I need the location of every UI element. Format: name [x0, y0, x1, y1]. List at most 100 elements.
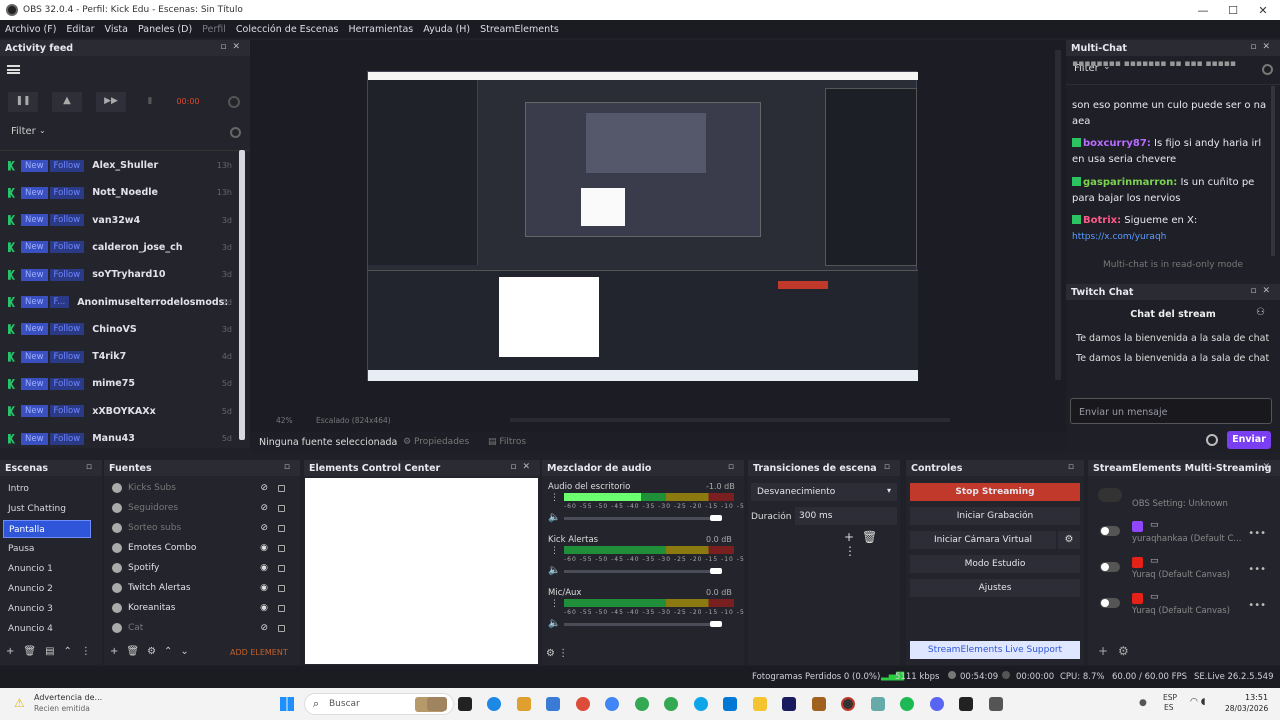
menu-perfil[interactable]: Perfil — [202, 24, 226, 35]
transition-toolbar[interactable]: +🗑⋮ — [844, 530, 900, 558]
mixer-menu-icon[interactable]: ⋮ — [550, 493, 559, 503]
source-item[interactable]: Emotes Combo ◉ — [108, 538, 290, 558]
speaker-icon[interactable]: 🔈 — [548, 618, 560, 629]
dock-controls[interactable]: ▫ — [284, 462, 296, 472]
edge-icon[interactable] — [487, 697, 501, 711]
source-item[interactable]: Twitch Alertas ◉ — [108, 578, 290, 598]
app-icon[interactable] — [959, 697, 973, 711]
virtual-camera-settings-icon[interactable]: ⚙ — [1058, 531, 1080, 549]
properties-button[interactable]: ⚙ Propiedades — [403, 437, 469, 447]
activity-event-row[interactable]: New F... Anonimuselterrodelosmods: 3d — [0, 289, 236, 316]
browser-icon[interactable] — [694, 697, 708, 711]
main-toggle[interactable] — [1098, 488, 1122, 502]
scrollbar[interactable] — [239, 150, 245, 440]
settings-icon[interactable] — [228, 96, 240, 108]
chat-message-input[interactable]: Enviar un mensaje — [1070, 398, 1272, 424]
dock-controls[interactable]: ▫✕ — [1250, 42, 1276, 52]
volume-slider[interactable] — [564, 515, 722, 521]
se-toolbar[interactable]: +⚙ — [1098, 644, 1139, 658]
preview-vscroll[interactable] — [1055, 50, 1061, 380]
warning-icon[interactable]: ⚠ — [14, 696, 25, 710]
more-options-icon[interactable]: ••• — [1248, 564, 1266, 575]
app-icon[interactable] — [871, 697, 885, 711]
dock-controls[interactable]: ▫ — [86, 462, 98, 472]
maximize-button[interactable]: ☐ — [1216, 0, 1250, 20]
mixer-menu-icon[interactable]: ⋮ — [550, 599, 559, 609]
dock-controls[interactable]: ✕ — [1262, 462, 1276, 472]
se-output-row[interactable]: ▭ Yuraq (Default Canvas) ••• — [1092, 554, 1272, 584]
chrome-icon[interactable] — [576, 697, 590, 711]
menu-archivo[interactable]: Archivo (F) — [5, 24, 56, 35]
studio-mode-button[interactable]: Modo Estudio — [910, 555, 1080, 573]
stream-preview-canvas[interactable] — [367, 71, 918, 381]
eye-icon[interactable]: ◉ — [260, 583, 268, 593]
output-toggle[interactable] — [1100, 526, 1120, 536]
dock-controls[interactable]: ▫✕ — [510, 462, 536, 472]
multichat-scrollbar[interactable] — [1271, 86, 1275, 256]
skip-icon[interactable]: ▶▶ — [96, 92, 126, 112]
lock-icon[interactable] — [278, 504, 285, 512]
source-item[interactable]: Cat ⊘ — [108, 618, 290, 638]
dock-controls[interactable]: ▫ — [728, 462, 740, 472]
mixer-menu-icon[interactable]: ⋮ — [550, 546, 559, 556]
output-toggle[interactable] — [1100, 598, 1120, 608]
mixer-link-icon[interactable]: ⚙ ⋮ — [546, 648, 568, 659]
output-toggle[interactable] — [1100, 562, 1120, 572]
taskbar-app-icon[interactable] — [427, 697, 447, 711]
app-icon[interactable] — [812, 697, 826, 711]
menu-herramientas[interactable]: Herramientas — [349, 24, 414, 35]
stop-streaming-button[interactable]: Stop Streaming — [910, 483, 1080, 501]
scaling-label[interactable]: Escalado (824x464) — [316, 416, 391, 425]
more-options-icon[interactable]: ••• — [1248, 528, 1266, 539]
close-window-button[interactable]: ✕ — [1246, 0, 1280, 20]
menu-coleccion-escenas[interactable]: Colección de Escenas — [236, 24, 339, 35]
discord-icon[interactable] — [930, 697, 944, 711]
source-item[interactable]: Seguidores ⊘ — [108, 498, 290, 518]
gear-icon[interactable] — [230, 127, 241, 138]
spotify-icon[interactable] — [900, 697, 914, 711]
eye-icon[interactable]: ◉ — [260, 543, 268, 553]
activity-event-row[interactable]: New Follow xXBOYKAXx 5d — [0, 398, 236, 425]
lock-icon[interactable] — [278, 584, 285, 592]
users-icon[interactable]: ⚇ — [1256, 307, 1265, 318]
app-icon[interactable] — [546, 697, 560, 711]
preview-area[interactable]: 42% Escalado (824x464) — [250, 40, 1066, 432]
clock[interactable]: 13:51 — [1245, 693, 1268, 702]
lock-icon[interactable] — [278, 544, 285, 552]
menu-editar[interactable]: Editar — [66, 24, 94, 35]
source-item[interactable]: Sorteo subs ⊘ — [108, 518, 290, 538]
preview-hscroll[interactable] — [510, 418, 950, 422]
zoom-level[interactable]: 42% — [276, 416, 293, 425]
menu-ayuda[interactable]: Ayuda (H) — [423, 24, 470, 35]
app-icon[interactable] — [989, 697, 1003, 711]
settings-button[interactable]: Ajustes — [910, 579, 1080, 597]
source-item[interactable]: Koreanitas ◉ — [108, 598, 290, 618]
se-output-row[interactable]: ▭ Yuraq (Default Canvas) ••• — [1092, 590, 1272, 620]
filters-button[interactable]: ▤ Filtros — [488, 437, 526, 447]
hidden-eye-icon[interactable]: ⊘ — [260, 483, 268, 493]
outlook-icon[interactable] — [723, 697, 737, 711]
chrome-icon[interactable] — [605, 697, 619, 711]
duration-input[interactable]: 300 ms — [795, 507, 897, 525]
scene-item[interactable]: Anuncio 4 — [3, 620, 91, 638]
mic-icon[interactable]: ● — [1139, 698, 1147, 708]
premiere-icon[interactable] — [782, 697, 796, 711]
chat-user[interactable]: Botrix: — [1083, 215, 1121, 226]
scene-item[interactable]: Anuncio 3 — [3, 600, 91, 618]
volume-slider[interactable] — [564, 621, 722, 627]
speaker-icon[interactable]: 🔈 — [548, 565, 560, 576]
dock-controls[interactable]: ▫✕ — [1250, 286, 1276, 296]
send-button[interactable]: Enviar — [1227, 431, 1271, 449]
source-item[interactable]: Spotify ◉ — [108, 558, 290, 578]
activity-event-row[interactable]: New Follow Alex_Shuller 13h — [0, 152, 236, 179]
language[interactable]: ESP — [1163, 693, 1177, 702]
folder-icon[interactable] — [753, 697, 767, 711]
elements-control-webview[interactable] — [305, 478, 538, 664]
scene-toolbar[interactable]: +🗑▤⌃⋮ — [0, 644, 102, 662]
chat-user[interactable]: boxcurry87: — [1083, 138, 1151, 149]
hamburger-menu-icon[interactable] — [7, 65, 20, 74]
dock-controls[interactable]: ▫ — [884, 462, 896, 472]
windows-start-icon[interactable] — [280, 697, 294, 711]
dock-controls[interactable]: ▫ — [1068, 462, 1080, 472]
source-item[interactable]: Kicks Subs ⊘ — [108, 478, 290, 498]
